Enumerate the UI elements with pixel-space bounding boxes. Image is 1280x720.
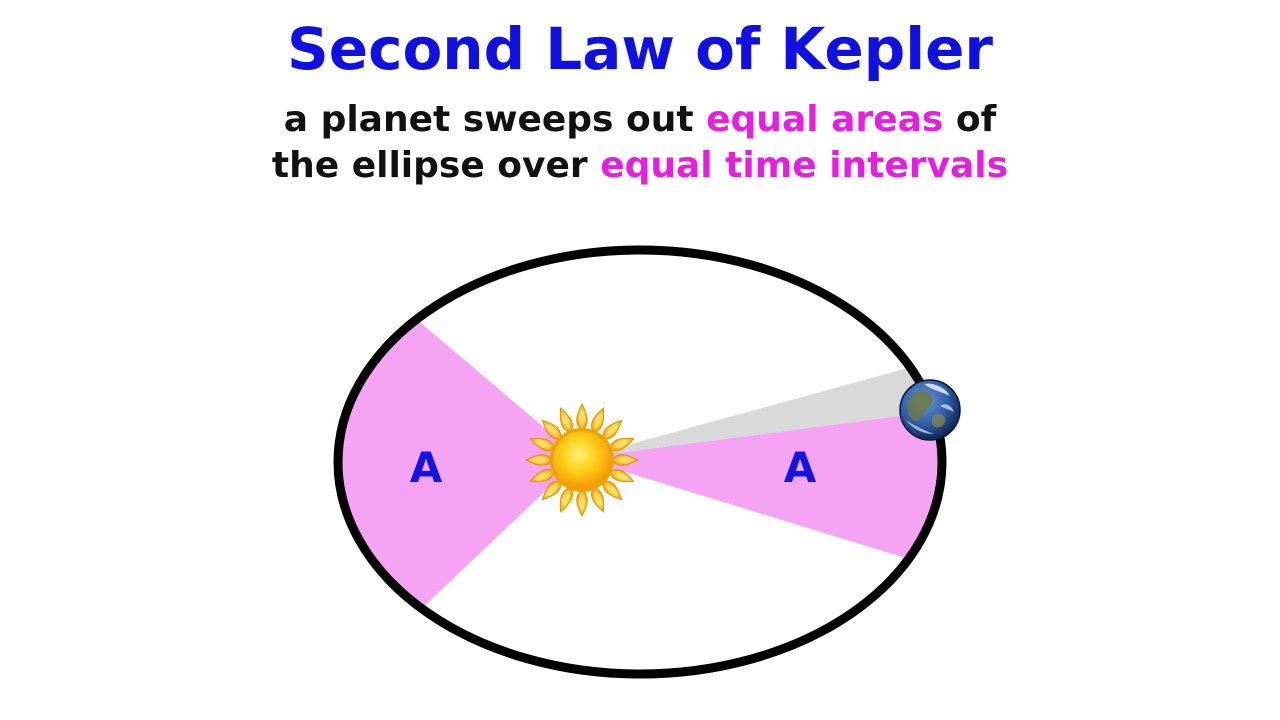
sun-icon	[524, 402, 640, 518]
right-swept-area	[580, 412, 942, 560]
slide: Second Law of Kepler a planet sweeps out…	[0, 0, 1280, 720]
right-area-label: A	[784, 443, 817, 492]
left-area-label: A	[410, 443, 443, 492]
earth-icon	[899, 379, 961, 441]
kepler-diagram: A A	[333, 245, 961, 679]
